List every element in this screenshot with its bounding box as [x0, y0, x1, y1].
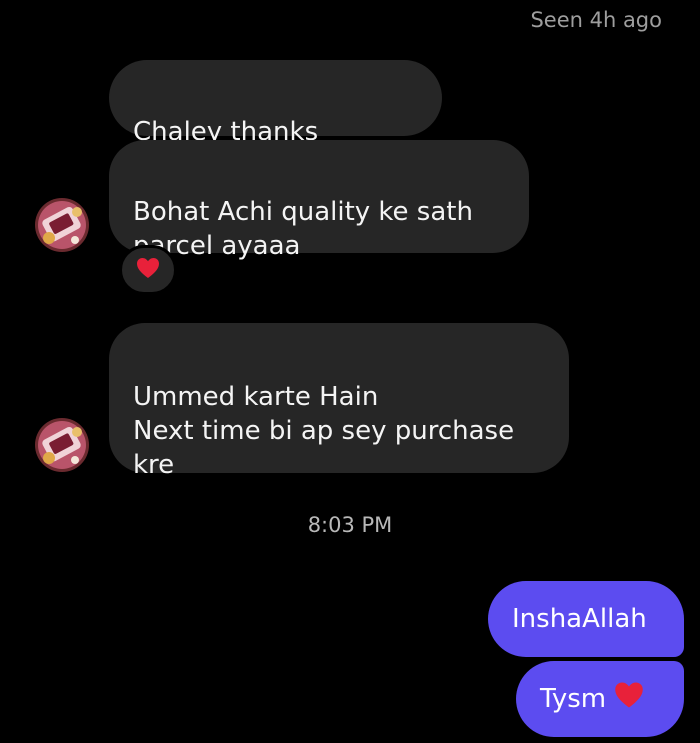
red-heart-icon — [136, 257, 160, 283]
message-text: Bohat Achi quality ke sath parcel ayaaa — [133, 197, 473, 261]
seen-status: Seen 4h ago — [530, 8, 662, 32]
avatar[interactable] — [35, 418, 89, 472]
incoming-message[interactable]: Ummed karte Hain Next time bi ap sey pur… — [109, 323, 569, 480]
outgoing-message[interactable]: Tysm — [516, 661, 684, 737]
message-text: Ummed karte Hain Next time bi ap sey pur… — [133, 382, 515, 480]
message-text: InshaAllah — [512, 604, 647, 634]
red-heart-icon — [614, 681, 644, 718]
incoming-message[interactable]: Chaley thanks — [109, 60, 442, 284]
message-timestamp: 8:03 PM — [307, 513, 393, 537]
avatar[interactable] — [35, 198, 89, 252]
outgoing-message[interactable]: InshaAllah — [488, 581, 684, 657]
message-text: Tysm — [540, 684, 607, 714]
incoming-message[interactable]: Bohat Achi quality ke sath parcel ayaaa — [109, 140, 529, 261]
message-reaction[interactable] — [119, 245, 177, 295]
